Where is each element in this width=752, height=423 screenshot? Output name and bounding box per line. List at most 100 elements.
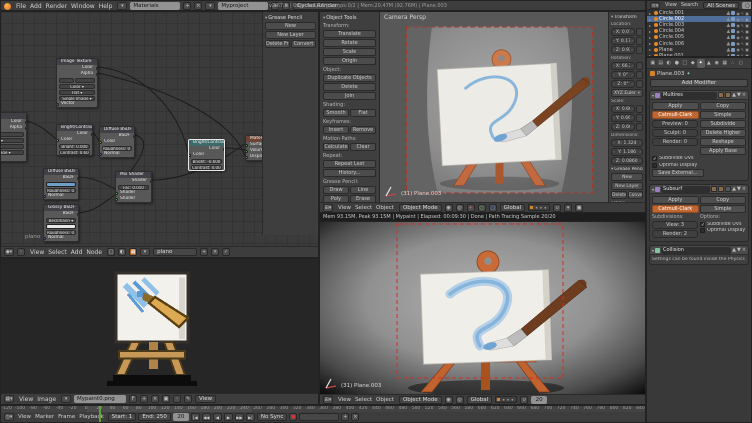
node-bright-contrast[interactable]: Bright/ContrastColorColorBright: -0.600C… [188, 139, 225, 171]
delete-modifier-icon[interactable]: × [742, 92, 746, 98]
menu-item-add[interactable]: Add [28, 3, 44, 10]
button-history[interactable]: History... [323, 169, 376, 177]
menu-item-file[interactable]: File [14, 3, 28, 10]
subdivide-uvs-checkbox[interactable]: ✓Subdivide UVs [652, 156, 746, 161]
output-socket[interactable] [25, 121, 27, 124]
image-name-field[interactable]: Mypaint0.png [74, 395, 126, 403]
menu-item-view[interactable]: View [17, 396, 35, 403]
properties-tab-render-icon[interactable]: ▣ [649, 59, 657, 68]
render-visibility-toggle[interactable] [718, 92, 724, 98]
button-rotate[interactable]: Rotate [323, 39, 376, 47]
visibility-eye-icon[interactable]: ◉ [736, 35, 740, 40]
menu-item-search[interactable]: Search [679, 2, 700, 8]
button-smooth[interactable]: Smooth [323, 109, 349, 117]
pivot-point-icon[interactable]: ◎ [456, 396, 464, 404]
button-erase[interactable]: Erase [350, 195, 376, 202]
current-frame-playhead[interactable] [99, 406, 101, 422]
editor-type-3dview-icon[interactable]: ⊞▾ [323, 396, 333, 404]
panel-header-transform[interactable]: ▾Transform [611, 15, 643, 20]
render-opengl-icon[interactable]: ▣ [575, 204, 583, 212]
play-reverse-button[interactable]: ◀ [213, 413, 222, 421]
material-browse-icon[interactable]: ▾ [140, 248, 150, 256]
move-down-icon[interactable]: ▼ [737, 92, 741, 98]
lock-icon[interactable] [636, 123, 643, 131]
snap-element-icon[interactable]: ▾ [564, 204, 572, 212]
delete-modifier-icon[interactable]: × [742, 247, 746, 253]
properties-tab-scene-icon[interactable]: ◐ [665, 59, 673, 68]
node-value-field[interactable]: Contrast: 0.000 [189, 164, 224, 170]
visibility-eye-icon[interactable]: ◉ [736, 29, 740, 34]
menu-item-view[interactable]: View [663, 2, 679, 8]
button-calculate[interactable]: Calculate [323, 143, 349, 151]
record-auto-keyframe-button[interactable]: ● [289, 413, 297, 421]
menu-item-select[interactable]: Select [46, 249, 69, 256]
button-poly[interactable]: Poly [323, 195, 349, 202]
shader-object-mode-icon[interactable]: □ [107, 248, 115, 256]
layers-widget[interactable] [528, 204, 550, 211]
menu-item-frame[interactable]: Frame [56, 414, 77, 420]
renderability-camera-icon[interactable]: ▣ [745, 47, 749, 52]
modifier-name-field[interactable]: Multires [661, 92, 717, 99]
sculpt-level-field[interactable]: Sculpt: 0 [652, 129, 698, 137]
save-external-button[interactable]: Save External... [652, 169, 704, 177]
input-socket[interactable] [57, 139, 59, 142]
node-diffuse-bsdf[interactable]: Diffuse BSDFBSDFRoughness: 0.000Normal [43, 168, 79, 200]
next-keyframe-button[interactable]: ▶▶ [235, 413, 244, 421]
move-down-icon[interactable]: ▼ [737, 247, 741, 253]
properties-tab-constraints-icon[interactable]: ◆ [689, 59, 697, 68]
view-subdivisions-field[interactable]: View: 3 [652, 221, 698, 229]
visibility-eye-icon[interactable]: ◉ [736, 47, 740, 52]
input-socket[interactable] [44, 237, 46, 240]
button-draw[interactable]: Draw [323, 186, 349, 194]
modifier-header[interactable]: ▾ Collision ▲ ▼ × [650, 246, 748, 255]
render-subdivisions-field[interactable]: Render: 2 [652, 230, 698, 238]
visibility-eye-icon[interactable]: ◉ [736, 23, 740, 28]
output-socket[interactable] [25, 127, 27, 130]
simple-toggle[interactable]: Simple [700, 111, 747, 119]
value-slider-x-0-662[interactable]: ‹X: 0.662› [611, 105, 635, 113]
button-delete-frame[interactable]: Delete Frame [265, 40, 290, 48]
viewport-visibility-toggle[interactable] [725, 92, 731, 98]
properties-tab-object-icon[interactable]: □ [681, 59, 689, 68]
node-image-texture[interactable]: Image TextureColorAlphaColor ▾Flat ▾Sing… [56, 58, 98, 108]
simple-toggle[interactable]: Simple [700, 205, 747, 213]
menu-item-view[interactable]: View [28, 249, 46, 256]
value-slider-z-0[interactable]: ‹Z: 0°› [611, 80, 635, 88]
collapse-icon[interactable]: ▾ [652, 93, 654, 98]
button-clear[interactable]: Clear [350, 143, 376, 151]
node-tree-name-field[interactable]: plano [153, 248, 197, 256]
button-insert[interactable]: Insert [323, 126, 349, 134]
button-new[interactable]: New [265, 22, 316, 30]
input-socket[interactable] [246, 150, 248, 153]
image-browse-icon[interactable]: ▾ [61, 395, 71, 403]
editor-type-node-icon[interactable]: ◆▾ [4, 248, 14, 256]
input-socket[interactable] [44, 195, 46, 198]
output-socket[interactable] [77, 213, 79, 216]
menu-item-view[interactable]: View [336, 397, 353, 403]
move-up-icon[interactable]: ▲ [732, 186, 736, 192]
pivot-point-icon[interactable]: ◎ [456, 204, 464, 212]
manipulator-translate-icon[interactable]: + [467, 204, 475, 212]
expand-icon[interactable]: ▸ [649, 47, 653, 52]
value-slider-z-0-662[interactable]: ‹Z: 0.662› [611, 123, 635, 131]
lock-icon[interactable] [636, 105, 643, 113]
value-slider-z-0-08602[interactable]: ‹Z: 0.08602› [611, 157, 643, 165]
output-socket[interactable] [91, 133, 93, 136]
optimal-display-checkbox[interactable]: Optimal Display [700, 228, 746, 233]
value-slider-y-1-186[interactable]: ‹Y: 1.186› [611, 148, 643, 156]
output-socket[interactable] [150, 180, 152, 183]
subdivide-uvs-checkbox[interactable]: ✓Subdivide UVs [700, 222, 746, 227]
node-mix-shader[interactable]: Mix ShaderShaderFac: 0.050ShaderShader [115, 171, 152, 203]
button-scale[interactable]: Scale [323, 48, 376, 56]
edit-mode-toggle[interactable] [725, 186, 731, 192]
node-canvas[interactable]: Image TextureColorAlphaColor ▾Flat ▾Sing… [1, 12, 318, 246]
modifier-header[interactable]: ▾ Subsurf ▲ ▼ × [650, 185, 748, 194]
apply-base-button[interactable]: Apply Base [700, 147, 746, 155]
prev-keyframe-button[interactable]: ◀◀ [202, 413, 211, 421]
menu-item-object[interactable]: Object [374, 205, 396, 211]
lock-icon[interactable] [636, 37, 643, 45]
properties-tab-texture-icon[interactable]: ▦ [721, 59, 729, 68]
paint-mode-icon[interactable]: ✎ [184, 395, 192, 403]
value-slider-x-1-324[interactable]: ‹X: 1.324› [611, 139, 643, 147]
renderability-camera-icon[interactable]: ▣ [745, 35, 749, 40]
